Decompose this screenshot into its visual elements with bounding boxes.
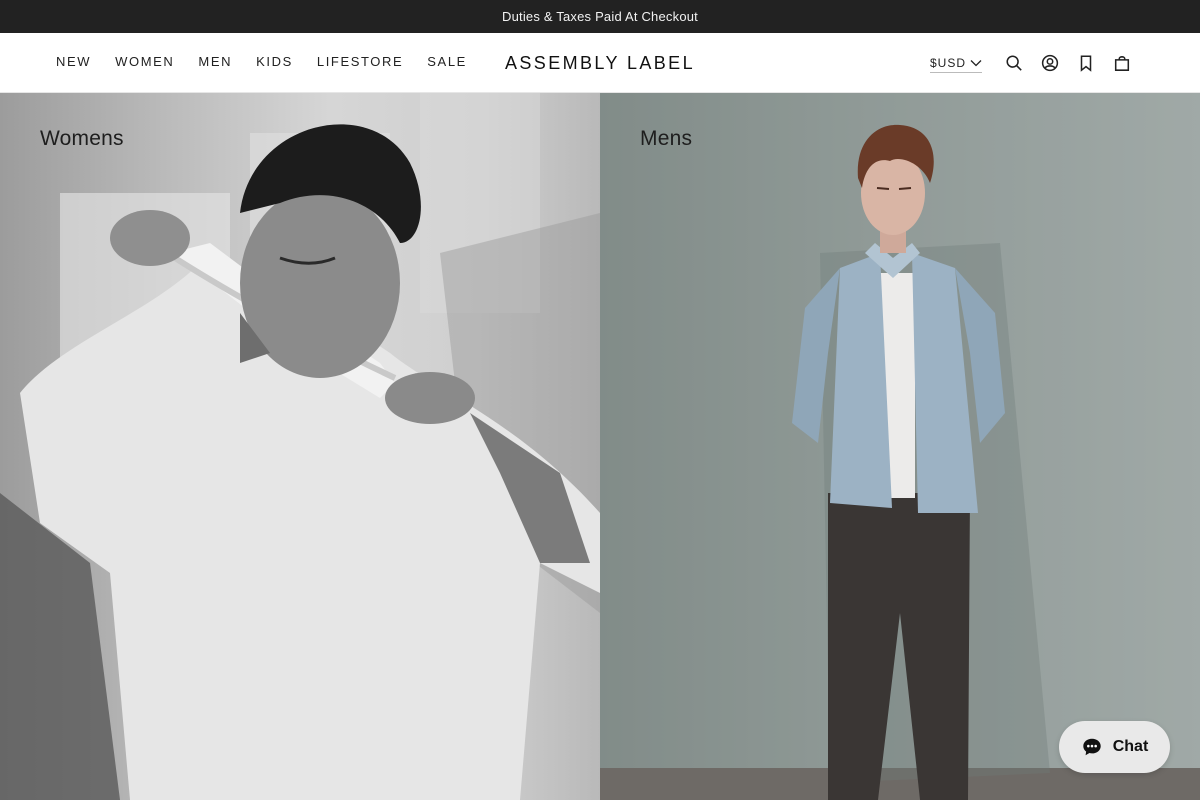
chat-bubble-icon <box>1083 738 1101 756</box>
account-button[interactable] <box>1032 45 1068 81</box>
account-icon <box>1041 54 1059 72</box>
main-nav: NEW WOMEN MEN KIDS LIFESTORE SALE <box>56 33 491 91</box>
search-icon <box>1006 55 1022 71</box>
nav-sale[interactable]: SALE <box>427 34 467 90</box>
currency-selector[interactable]: $USD <box>929 55 982 73</box>
mens-photo <box>600 93 1200 800</box>
womens-title[interactable]: Womens <box>40 127 124 151</box>
announcement-text: Duties & Taxes Paid At Checkout <box>501 9 698 24</box>
search-button[interactable] <box>996 45 1032 81</box>
womens-panel[interactable]: Womens <box>0 93 600 800</box>
site-logo[interactable]: ASSEMBLY LABEL <box>505 33 695 93</box>
hero-banner: Womens Mens <box>0 93 1200 800</box>
chat-label: Chat <box>1112 738 1149 755</box>
header-tools: $USD <box>929 33 1140 93</box>
wishlist-button[interactable] <box>1068 45 1104 81</box>
nav-men[interactable]: MEN <box>198 34 232 90</box>
chat-button[interactable]: Chat <box>1059 721 1170 773</box>
currency-label: $USD <box>929 55 966 70</box>
mens-title[interactable]: Mens <box>640 127 692 151</box>
cart-button[interactable] <box>1104 45 1140 81</box>
announcement-bar: Duties & Taxes Paid At Checkout <box>0 0 1200 33</box>
nav-new[interactable]: NEW <box>56 34 91 90</box>
nav-women[interactable]: WOMEN <box>115 34 174 90</box>
bookmark-icon <box>1080 55 1092 72</box>
nav-kids[interactable]: KIDS <box>256 34 293 90</box>
nav-lifestore[interactable]: LIFESTORE <box>317 34 403 90</box>
mens-panel[interactable]: Mens <box>600 93 1200 800</box>
womens-photo <box>0 93 600 800</box>
bag-icon <box>1114 56 1130 71</box>
site-header: NEW WOMEN MEN KIDS LIFESTORE SALE ASSEMB… <box>0 33 1200 93</box>
chevron-down-icon <box>970 59 982 66</box>
